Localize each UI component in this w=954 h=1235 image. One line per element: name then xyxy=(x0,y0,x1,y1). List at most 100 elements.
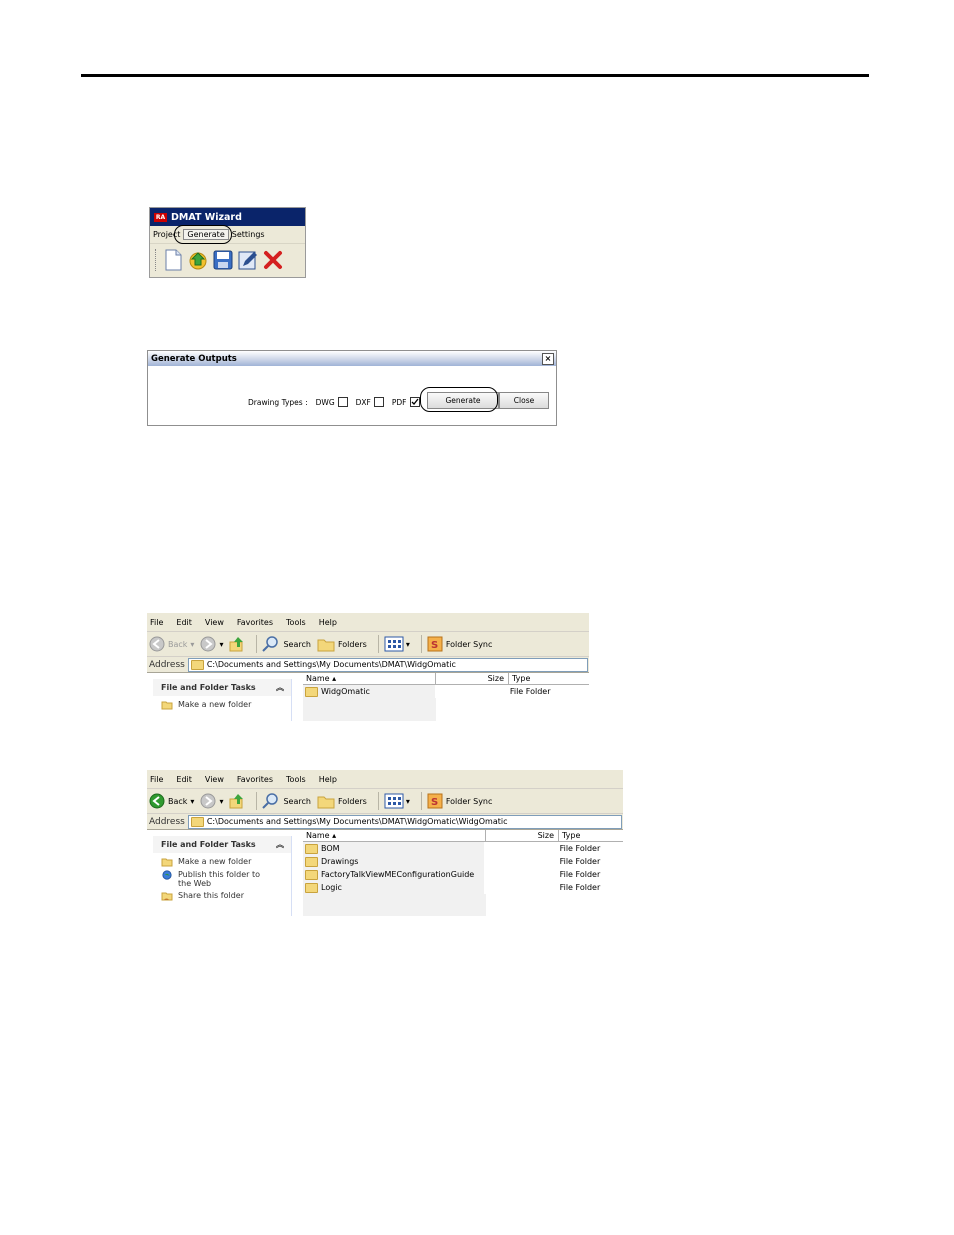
folders-button[interactable]: Folders xyxy=(317,636,367,652)
menu-help[interactable]: Help xyxy=(319,618,337,627)
globe-icon xyxy=(162,870,172,880)
menu-favorites[interactable]: Favorites xyxy=(237,775,273,784)
menu-edit[interactable]: Edit xyxy=(176,775,192,784)
folders-label: Folders xyxy=(337,639,367,649)
table-row[interactable]: Drawings File Folder xyxy=(303,855,623,868)
search-button[interactable]: Search xyxy=(262,635,311,653)
menu-edit[interactable]: Edit xyxy=(176,618,192,627)
views-button[interactable]: ▾ xyxy=(384,793,410,809)
search-icon xyxy=(262,793,279,809)
file-list: Name ▴ Size Type BOM File Folder Drawing… xyxy=(303,830,623,916)
row-type: File Folder xyxy=(509,687,551,696)
menu-settings[interactable]: Settings xyxy=(229,230,268,239)
edit-icon[interactable] xyxy=(237,248,259,272)
up-folder-icon xyxy=(229,637,244,652)
back-button[interactable]: Back ▾ xyxy=(149,636,194,652)
save-icon[interactable] xyxy=(212,248,234,272)
task-publish-folder-web[interactable]: Publish this folder to the Web xyxy=(153,867,291,888)
back-button[interactable]: Back ▾ xyxy=(149,793,194,809)
menu-file[interactable]: File xyxy=(150,775,163,784)
dwg-checkbox[interactable] xyxy=(337,397,348,407)
close-icon[interactable]: × xyxy=(542,353,554,365)
menu-tools[interactable]: Tools xyxy=(286,775,306,784)
up-folder-button[interactable] xyxy=(229,793,245,809)
folder-sync-button[interactable]: S Folder Sync xyxy=(427,793,492,809)
svg-text:S: S xyxy=(431,640,438,651)
column-size[interactable]: Size xyxy=(486,830,559,841)
explorer-window-2: File Edit View Favorites Tools Help Back… xyxy=(147,770,623,916)
dialog-title: Generate Outputs xyxy=(151,353,237,364)
generate-highlight-circle xyxy=(174,225,232,244)
menu-file[interactable]: File xyxy=(150,618,163,627)
open-icon[interactable] xyxy=(187,248,209,272)
address-path: C:\Documents and Settings\My Documents\D… xyxy=(206,817,508,826)
task-share-folder[interactable]: Share this folder xyxy=(153,888,291,901)
up-folder-button[interactable] xyxy=(229,636,245,652)
folder-sync-button[interactable]: S Folder Sync xyxy=(427,636,492,652)
task-make-new-folder[interactable]: Make a new folder xyxy=(153,696,291,710)
chevron-down-icon[interactable]: ▾ xyxy=(190,640,194,649)
column-name[interactable]: Name ▴ xyxy=(303,673,436,684)
menu-help[interactable]: Help xyxy=(319,775,337,784)
pdf-label: PDF xyxy=(391,397,407,407)
collapse-chevron-icon[interactable]: ︽ xyxy=(276,682,284,693)
close-button[interactable]: Close xyxy=(499,392,549,409)
delete-icon[interactable] xyxy=(262,248,284,272)
new-document-icon[interactable] xyxy=(162,248,184,272)
views-button[interactable]: ▾ xyxy=(384,636,410,652)
folder-sync-icon: S xyxy=(427,793,443,809)
column-size[interactable]: Size xyxy=(436,673,509,684)
wizard-toolbar xyxy=(150,243,305,276)
forward-button[interactable]: ▾ xyxy=(200,636,223,652)
address-input[interactable]: C:\Documents and Settings\My Documents\D… xyxy=(187,814,622,829)
table-row[interactable]: BOM File Folder xyxy=(303,842,623,855)
table-row[interactable]: WidgOmatic File Folder xyxy=(303,685,589,698)
menu-view[interactable]: View xyxy=(205,775,224,784)
collapse-chevron-icon[interactable]: ︽ xyxy=(276,839,284,850)
chevron-down-icon[interactable]: ▾ xyxy=(219,640,223,649)
tasks-header[interactable]: File and Folder Tasks ︽ xyxy=(153,679,291,696)
row-name: FactoryTalkViewMEConfigurationGuide xyxy=(321,870,475,879)
row-name: WidgOmatic xyxy=(321,687,370,696)
file-list: Name ▴ Size Type WidgOmatic File Folder xyxy=(303,673,589,721)
row-name: BOM xyxy=(321,844,340,853)
table-row[interactable]: FactoryTalkViewMEConfigurationGuide File… xyxy=(303,868,623,881)
task-label: Publish this folder to the Web xyxy=(178,870,260,888)
chevron-down-icon[interactable]: ▾ xyxy=(190,797,194,806)
pdf-checkbox[interactable] xyxy=(409,397,420,407)
tasks-header[interactable]: File and Folder Tasks ︽ xyxy=(153,836,291,853)
explorer-content: File and Folder Tasks ︽ Make a new folde… xyxy=(147,830,623,916)
search-icon xyxy=(262,636,279,652)
wizard-title: DMAT Wizard xyxy=(171,211,242,223)
forward-button[interactable]: ▾ xyxy=(200,793,223,809)
address-label: Address xyxy=(149,816,185,827)
table-row[interactable]: Logic File Folder xyxy=(303,881,623,894)
dxf-checkbox[interactable] xyxy=(373,397,384,407)
explorer-toolbar: Back ▾ ▾ Search Folders ▾ S Folder Sync xyxy=(147,632,589,657)
column-type[interactable]: Type xyxy=(509,673,589,684)
chevron-down-icon[interactable]: ▾ xyxy=(406,640,410,649)
explorer-menu-bar: File Edit View Favorites Tools Help xyxy=(147,770,623,789)
dialog-title-bar: Generate Outputs × xyxy=(148,351,556,366)
task-label: Make a new folder xyxy=(178,700,252,709)
check-icon xyxy=(411,398,419,405)
generate-button-highlight-circle xyxy=(420,387,498,412)
menu-favorites[interactable]: Favorites xyxy=(237,618,273,627)
folder-icon xyxy=(305,843,318,854)
menu-view[interactable]: View xyxy=(205,618,224,627)
wizard-title-bar: RA DMAT Wizard xyxy=(150,208,305,226)
folders-button[interactable]: Folders xyxy=(317,793,367,809)
search-button[interactable]: Search xyxy=(262,792,311,810)
new-folder-icon xyxy=(161,701,173,710)
menu-tools[interactable]: Tools xyxy=(286,618,306,627)
sort-up-icon: ▴ xyxy=(332,831,337,840)
row-type: File Folder xyxy=(559,844,601,853)
chevron-down-icon[interactable]: ▾ xyxy=(406,797,410,806)
address-input[interactable]: C:\Documents and Settings\My Documents\D… xyxy=(187,657,588,672)
task-make-new-folder[interactable]: Make a new folder xyxy=(153,853,291,867)
column-type[interactable]: Type xyxy=(559,830,623,841)
column-name[interactable]: Name ▴ xyxy=(303,830,486,841)
chevron-down-icon[interactable]: ▾ xyxy=(219,797,223,806)
dxf-label: DXF xyxy=(355,397,371,407)
back-label: Back xyxy=(168,796,188,806)
